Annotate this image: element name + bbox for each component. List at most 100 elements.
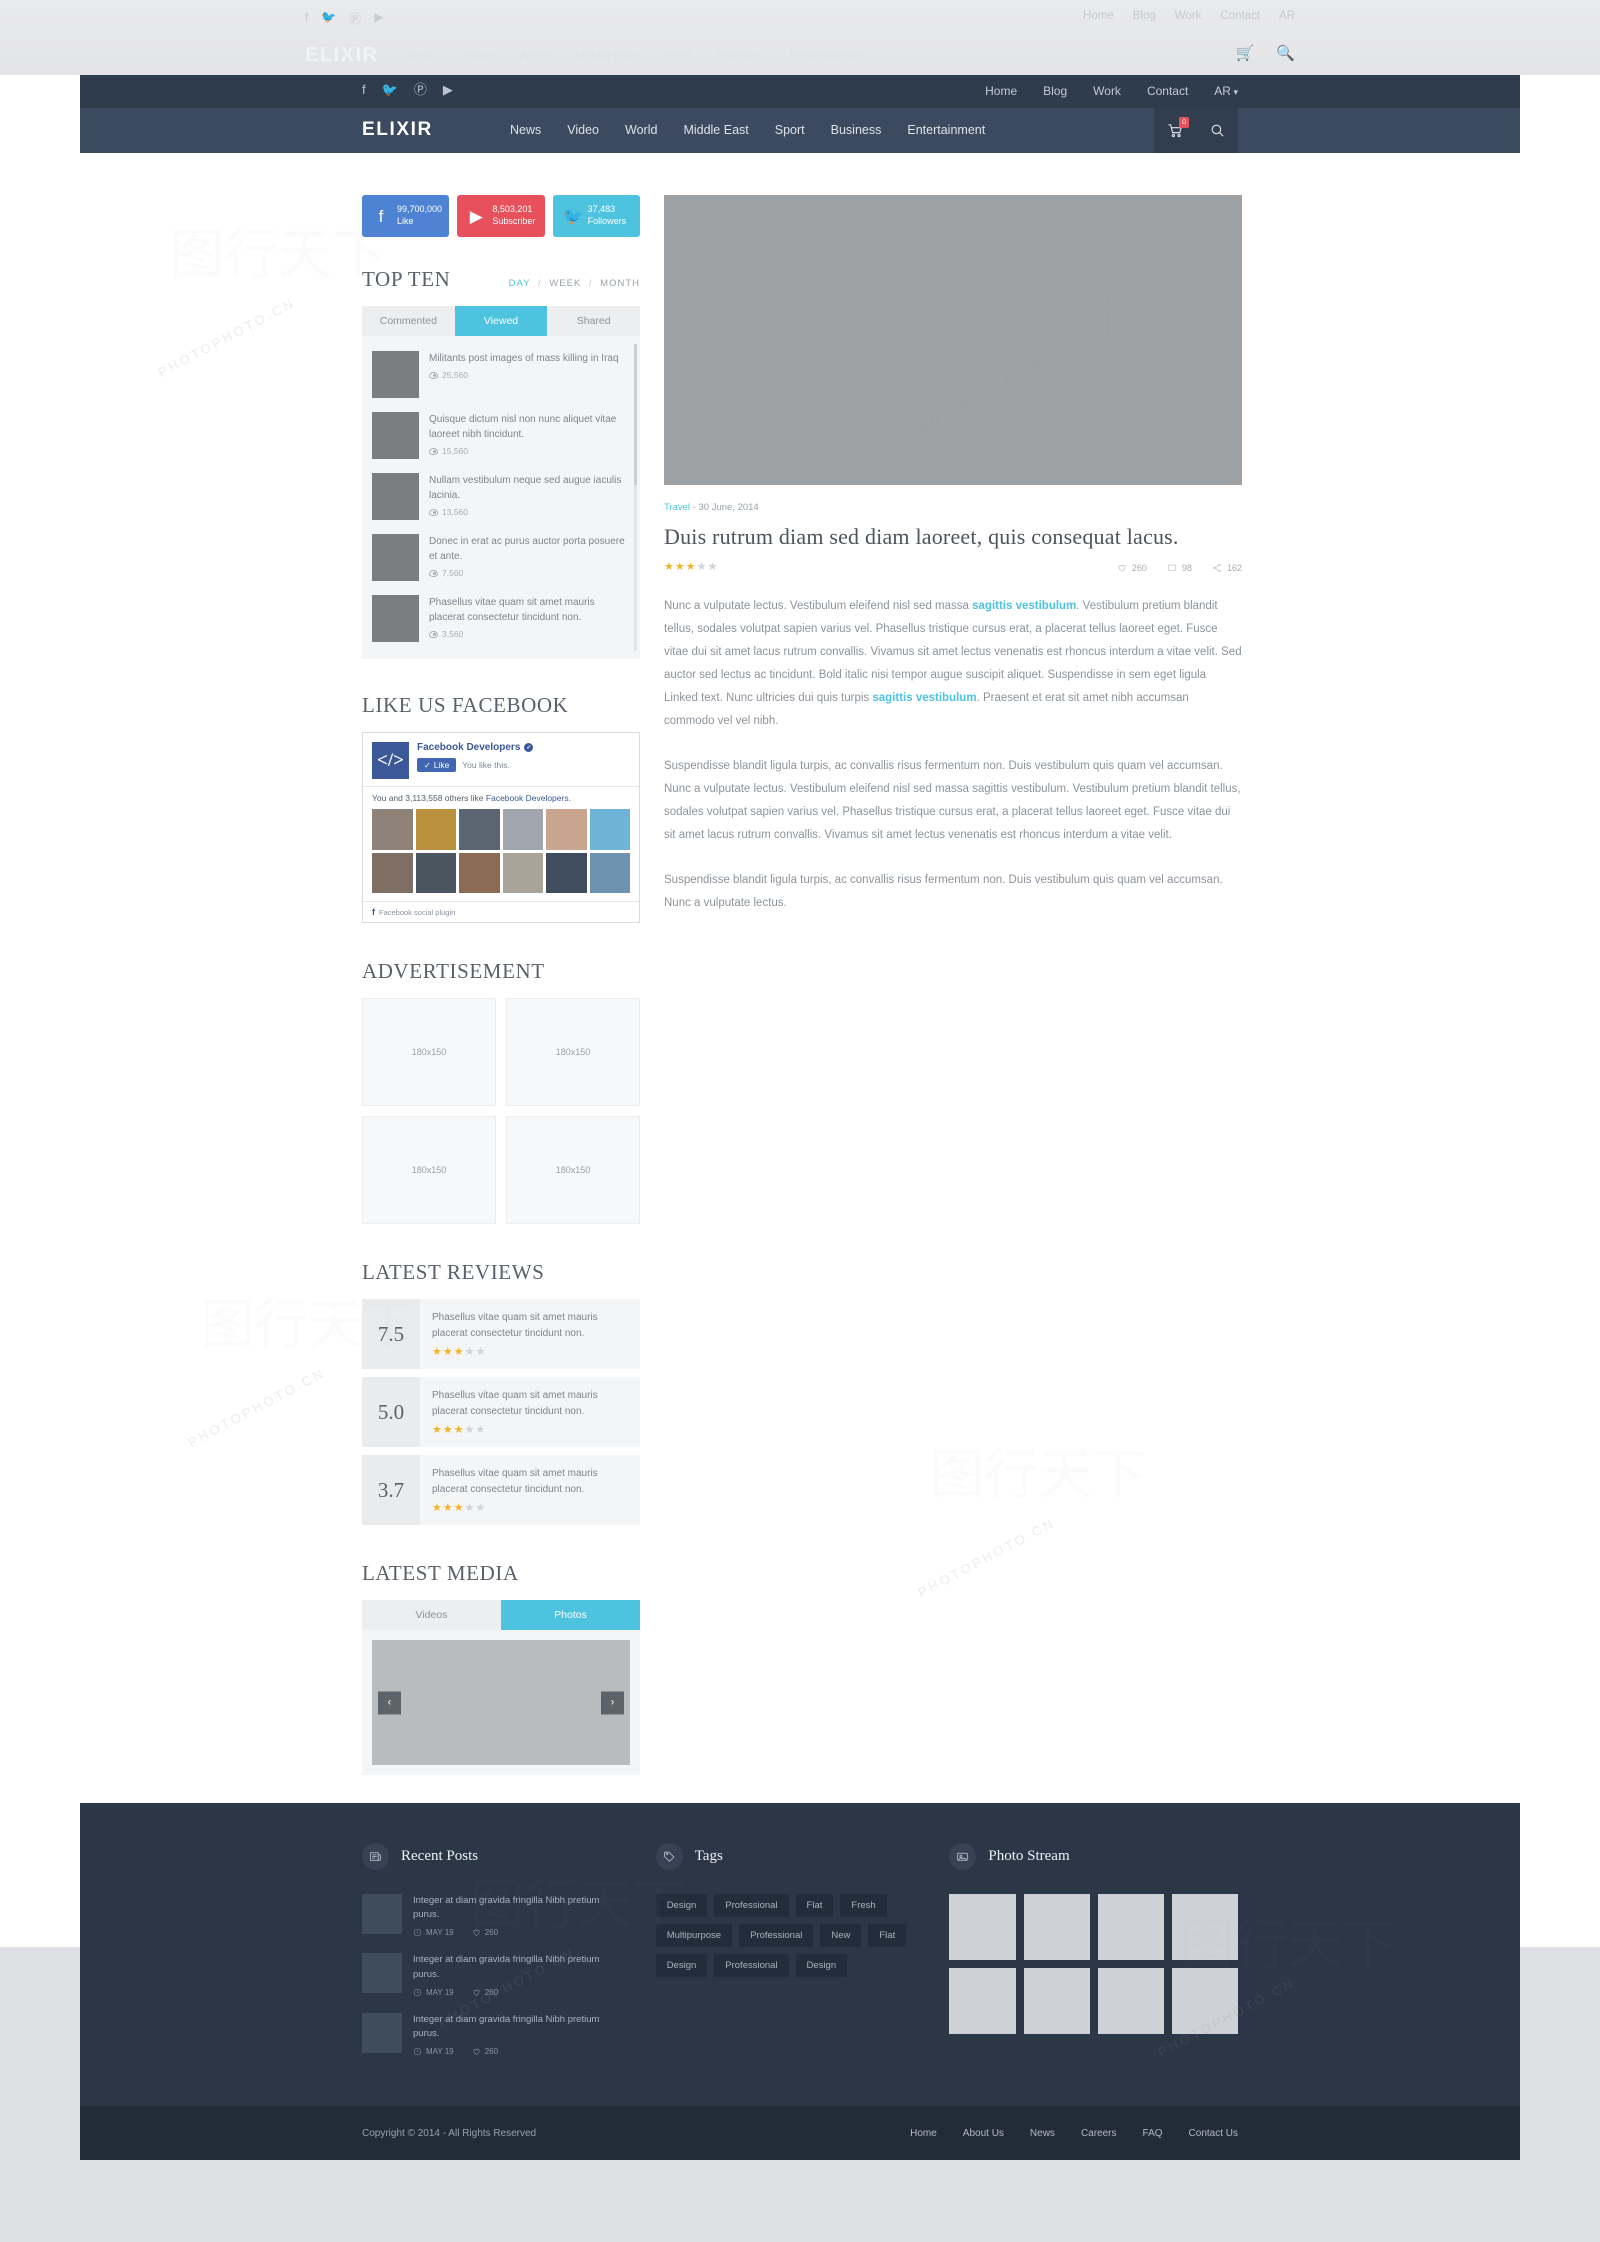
- article-likes[interactable]: 260: [1117, 563, 1147, 573]
- menu-item-business[interactable]: Business: [831, 123, 882, 137]
- topnav-item-blog[interactable]: Blog: [1043, 84, 1067, 98]
- list-item[interactable]: Integer at diam gravida fringilla Nibh p…: [362, 1953, 624, 1997]
- photo-thumb[interactable]: [949, 1893, 1016, 1960]
- twitter-icon[interactable]: 🐦: [382, 83, 398, 96]
- twitter-count-box[interactable]: 🐦 37,483 Followers: [552, 195, 640, 237]
- top-ten-scrollbar[interactable]: [634, 344, 637, 651]
- tag-item[interactable]: Professional: [714, 1893, 789, 1917]
- list-item[interactable]: Phasellus vitae quam sit amet mauris pla…: [372, 588, 630, 649]
- period-month[interactable]: MONTH: [600, 278, 640, 289]
- review-item[interactable]: 7.5 Phasellus vitae quam sit amet mauris…: [362, 1299, 640, 1369]
- tag-item[interactable]: Professional: [714, 1953, 789, 1977]
- review-item[interactable]: 5.0 Phasellus vitae quam sit amet mauris…: [362, 1377, 640, 1447]
- menu-item-sport[interactable]: Sport: [775, 123, 805, 137]
- facebook-like-box: </> Facebook Developers ✓ ✓ Like You like…: [362, 732, 640, 923]
- pinterest-icon[interactable]: Ⓟ: [414, 83, 427, 96]
- ghost-nav-blog: Blog: [1132, 10, 1156, 22]
- photo-thumb[interactable]: [1023, 1893, 1090, 1960]
- others-suffix: .: [568, 793, 571, 803]
- footer-link-contact-us[interactable]: Contact Us: [1189, 2128, 1238, 2139]
- photo-thumb[interactable]: [1097, 1967, 1164, 2034]
- ad-slot[interactable]: 180x150: [362, 998, 496, 1106]
- photo-icon: [949, 1842, 977, 1870]
- facebook-page-name[interactable]: Facebook Developers: [417, 742, 520, 753]
- article-shares[interactable]: 162: [1212, 563, 1242, 573]
- language-selector[interactable]: AR: [1214, 84, 1238, 98]
- photo-thumb[interactable]: [1097, 1893, 1164, 1960]
- thumbnail: [372, 595, 419, 642]
- list-item[interactable]: Nullam vestibulum neque sed augue iaculi…: [372, 466, 630, 527]
- slider-prev-button[interactable]: ‹: [378, 1691, 401, 1714]
- menu-item-entertainment[interactable]: Entertainment: [907, 123, 985, 137]
- tag-item[interactable]: New: [820, 1923, 862, 1947]
- tag-item[interactable]: Professional: [739, 1923, 814, 1947]
- tab-photos[interactable]: Photos: [501, 1600, 640, 1630]
- list-item[interactable]: Donec in erat ac purus auctor porta posu…: [372, 527, 630, 588]
- top-ten-period-filter: DAY / WEEK / MONTH: [509, 278, 640, 289]
- photo-thumb[interactable]: [1023, 1967, 1090, 2034]
- ad-slot[interactable]: 180x150: [506, 998, 640, 1106]
- latest-reviews-title: LATEST REVIEWS: [362, 1260, 545, 1284]
- tag-item[interactable]: Flat: [795, 1893, 834, 1917]
- list-item[interactable]: Quisque dictum nisl non nunc aliquet vit…: [372, 405, 630, 466]
- site-brand[interactable]: ELIXIR: [362, 119, 433, 141]
- facebook-count-box[interactable]: f 99,700,000 Like: [362, 195, 450, 237]
- footer-link-about-us[interactable]: About Us: [963, 2128, 1004, 2139]
- footer-link-careers[interactable]: Careers: [1081, 2128, 1117, 2139]
- list-item[interactable]: Integer at diam gravida fringilla Nibh p…: [362, 1893, 624, 1937]
- page-content: f 99,700,000 Like ▶ 8,503,201 Subscriber…: [80, 153, 1520, 1775]
- menu-item-video[interactable]: Video: [567, 123, 599, 137]
- tag-item[interactable]: Multipurpose: [655, 1923, 733, 1947]
- inline-link[interactable]: sagittis vestibulum: [972, 600, 1076, 612]
- period-day[interactable]: DAY: [509, 278, 531, 289]
- tab-viewed[interactable]: Viewed: [454, 306, 548, 336]
- review-item[interactable]: 3.7 Phasellus vitae quam sit amet mauris…: [362, 1455, 640, 1525]
- meta-separator: -: [690, 502, 699, 513]
- inline-link[interactable]: sagittis vestibulum: [872, 692, 976, 704]
- tab-videos[interactable]: Videos: [362, 1600, 501, 1630]
- menu-item-news[interactable]: News: [510, 123, 541, 137]
- thumbnail: [372, 534, 419, 581]
- article-comments[interactable]: 98: [1167, 563, 1192, 573]
- photo-thumb[interactable]: [1171, 1893, 1238, 1960]
- period-sep-2: /: [588, 278, 593, 289]
- tag-item[interactable]: Design: [655, 1893, 708, 1917]
- cart-button[interactable]: 0: [1154, 108, 1196, 153]
- youtube-count-box[interactable]: ▶ 8,503,201 Subscriber: [457, 195, 545, 237]
- topnav-item-contact[interactable]: Contact: [1147, 84, 1188, 98]
- tab-commented[interactable]: Commented: [362, 306, 455, 336]
- youtube-icon[interactable]: ▶: [443, 83, 453, 96]
- photo-thumb[interactable]: [1171, 1967, 1238, 2034]
- menu-item-middle-east[interactable]: Middle East: [683, 123, 748, 137]
- article-rating-stars[interactable]: ★★★★★: [664, 562, 718, 573]
- topnav-item-work[interactable]: Work: [1093, 84, 1121, 98]
- views-count: 13,560: [442, 507, 468, 517]
- others-page-link[interactable]: Facebook Developers: [486, 793, 569, 803]
- tag-item[interactable]: Flat: [868, 1923, 907, 1947]
- tag-item[interactable]: Fresh: [840, 1893, 887, 1917]
- period-week[interactable]: WEEK: [549, 278, 581, 289]
- facebook-like-button[interactable]: ✓ Like: [417, 758, 457, 772]
- ad-slot[interactable]: 180x150: [506, 1116, 640, 1224]
- likes-count: 260: [1131, 562, 1147, 573]
- latest-media-tabs: Videos Photos: [362, 1600, 640, 1630]
- article-category[interactable]: Travel: [664, 502, 690, 513]
- footer-link-home[interactable]: Home: [910, 2128, 937, 2139]
- ad-slot[interactable]: 180x150: [362, 1116, 496, 1224]
- footer-link-news[interactable]: News: [1030, 2128, 1055, 2139]
- slider-next-button[interactable]: ›: [601, 1691, 624, 1714]
- tag-item[interactable]: Design: [795, 1953, 848, 1977]
- list-item[interactable]: Militants post images of mass killing in…: [372, 344, 630, 405]
- list-item[interactable]: Integer at diam gravida fringilla Nibh p…: [362, 2012, 624, 2056]
- topnav-item-home[interactable]: Home: [985, 84, 1017, 98]
- article-paragraph: Suspendisse blandit ligula turpis, ac co…: [664, 874, 1223, 909]
- tab-shared[interactable]: Shared: [547, 306, 640, 336]
- menu-item-world[interactable]: World: [625, 123, 657, 137]
- footer-link-faq[interactable]: FAQ: [1143, 2128, 1163, 2139]
- tag-item[interactable]: Design: [655, 1953, 708, 1977]
- check-icon: ✓: [424, 760, 431, 770]
- photo-thumb[interactable]: [949, 1967, 1016, 2034]
- facebook-icon[interactable]: f: [362, 83, 366, 96]
- article-paragraph: Nunc a vulputate lectus. Vestibulum elei…: [664, 595, 1242, 733]
- search-button[interactable]: [1196, 108, 1238, 153]
